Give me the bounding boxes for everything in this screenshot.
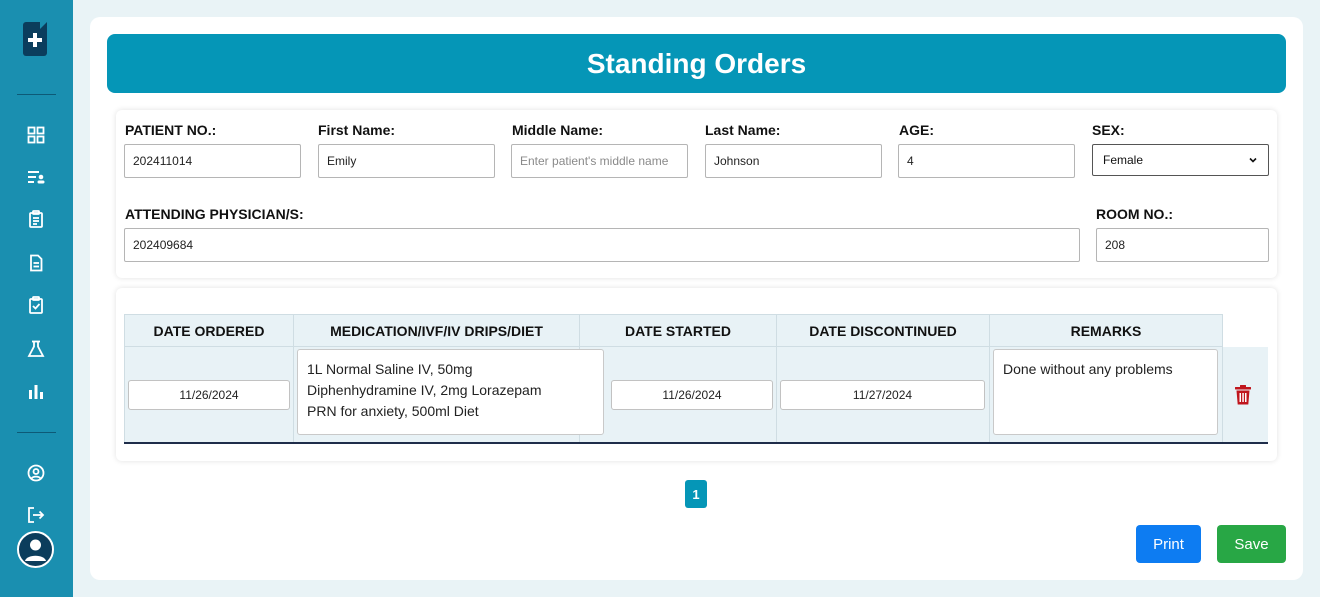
date-ordered-input[interactable]: 11/26/2024 <box>128 380 290 410</box>
sidebar <box>0 0 73 597</box>
col-date-started: DATE STARTED <box>579 314 777 347</box>
avatar-icon[interactable] <box>17 531 54 568</box>
clipboard-check-icon[interactable] <box>25 294 47 316</box>
main-card: Standing Orders PATIENT NO.: 202411014 F… <box>90 17 1303 580</box>
physician-label: ATTENDING PHYSICIAN/S: <box>125 206 304 222</box>
patient-no-label: PATIENT NO.: <box>125 122 217 138</box>
room-label: ROOM NO.: <box>1096 206 1173 222</box>
col-date-discontinued: DATE DISCONTINUED <box>776 314 990 347</box>
age-field[interactable]: 4 <box>898 144 1075 178</box>
date-started-input[interactable]: 11/26/2024 <box>611 380 773 410</box>
first-name-field[interactable]: Emily <box>318 144 495 178</box>
medication-textarea[interactable]: 1L Normal Saline IV, 50mg Diphenhydramin… <box>297 349 604 435</box>
col-remarks: REMARKS <box>989 314 1223 347</box>
sex-value: Female <box>1103 153 1144 167</box>
patient-list-icon[interactable] <box>25 166 47 188</box>
date-discontinued-input[interactable]: 11/27/2024 <box>780 380 985 410</box>
clipboard-icon[interactable] <box>25 208 47 230</box>
document-plus-icon[interactable] <box>23 22 47 56</box>
sex-label: SEX: <box>1092 122 1125 138</box>
sidebar-divider <box>17 432 56 433</box>
middle-name-label: Middle Name: <box>512 122 604 138</box>
save-button[interactable]: Save <box>1217 525 1286 563</box>
print-button[interactable]: Print <box>1136 525 1201 563</box>
dashboard-icon[interactable] <box>25 124 47 146</box>
table-bottom-border <box>124 442 1268 444</box>
flask-icon[interactable] <box>25 338 47 360</box>
remarks-textarea[interactable]: Done without any problems <box>993 349 1218 435</box>
last-name-label: Last Name: <box>705 122 781 138</box>
col-date-ordered: DATE ORDERED <box>124 314 294 347</box>
last-name-field[interactable]: Johnson <box>705 144 882 178</box>
sex-select[interactable]: Female <box>1092 144 1269 176</box>
age-label: AGE: <box>899 122 934 138</box>
orders-panel: DATE ORDERED MEDICATION/IVF/IV DRIPS/DIE… <box>116 288 1277 461</box>
col-medication: MEDICATION/IVF/IV DRIPS/DIET <box>293 314 580 347</box>
trash-icon[interactable] <box>1234 385 1252 405</box>
first-name-label: First Name: <box>318 122 396 138</box>
bar-chart-icon[interactable] <box>25 380 47 402</box>
user-circle-icon[interactable] <box>25 462 47 484</box>
patient-info-panel: PATIENT NO.: 202411014 First Name: Emily… <box>116 110 1277 278</box>
logout-icon[interactable] <box>25 504 47 526</box>
patient-no-field[interactable]: 202411014 <box>124 144 301 178</box>
middle-name-field[interactable]: Enter patient's middle name <box>511 144 688 178</box>
physician-field[interactable]: 202409684 <box>124 228 1080 262</box>
file-icon[interactable] <box>25 252 47 274</box>
room-field[interactable]: 208 <box>1096 228 1269 262</box>
page-button-1[interactable]: 1 <box>685 480 707 508</box>
page-title: Standing Orders <box>107 34 1286 93</box>
sidebar-divider <box>17 94 56 95</box>
chevron-down-icon <box>1249 157 1257 163</box>
